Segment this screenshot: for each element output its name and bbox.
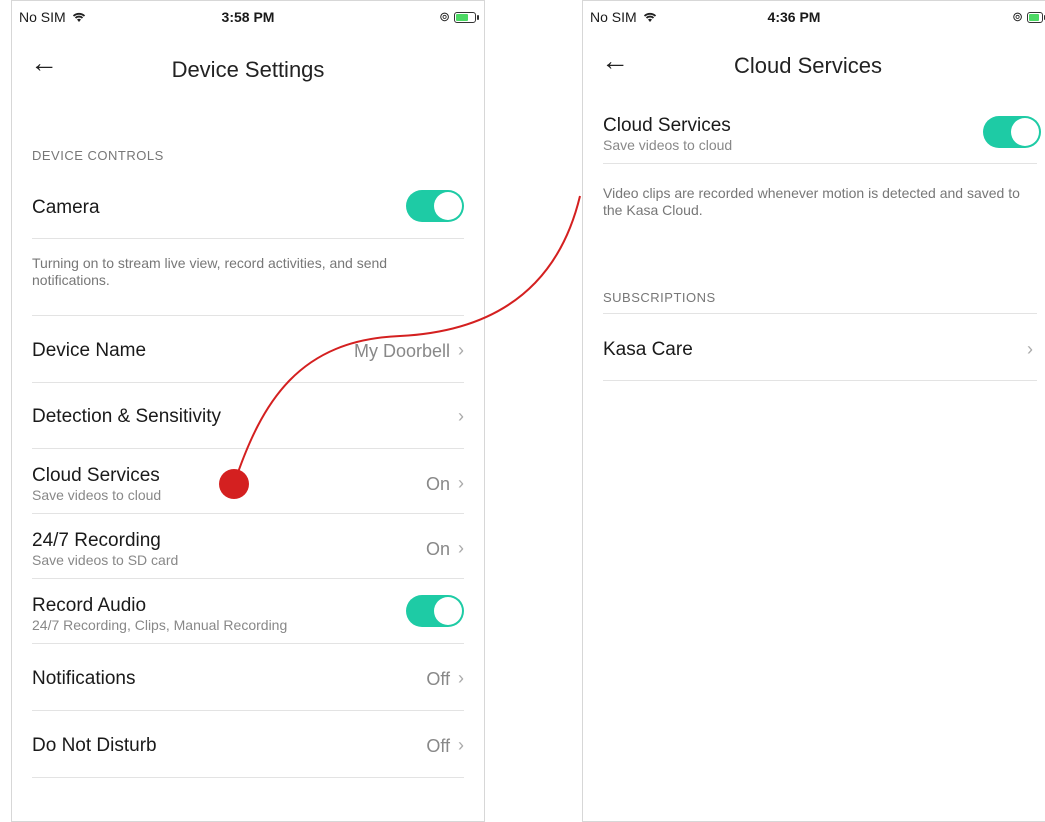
kasa-care-label: Kasa Care <box>603 339 693 360</box>
camera-description: Turning on to stream live view, record a… <box>32 255 388 288</box>
cloud-services-label: Cloud Services <box>32 465 160 486</box>
cloud-services-row[interactable]: Cloud Services Save videos to cloud On › <box>32 449 464 514</box>
camera-label: Camera <box>32 197 100 218</box>
camera-row: Camera <box>32 173 464 239</box>
chevron-right-icon: › <box>458 735 464 755</box>
record-audio-toggle[interactable] <box>406 595 464 627</box>
cloud-services-sub: Save videos to cloud <box>32 487 162 503</box>
nav-bar: ← Cloud Services <box>583 35 1045 95</box>
device-name-value: My Doorbell <box>353 341 450 361</box>
nav-bar: ← Device Settings <box>12 35 484 99</box>
cloud-services-value: On <box>425 474 450 494</box>
record-audio-label: Record Audio <box>32 595 147 616</box>
cloud-services-toggle-row: Cloud Services Save videos to cloud <box>603 101 1041 164</box>
status-bar: No SIM 3:58 PM ⊚ <box>12 1 484 35</box>
battery-charging-icon <box>454 11 479 23</box>
record-audio-sub: 24/7 Recording, Clips, Manual Recording <box>32 617 288 633</box>
chevron-right-icon: › <box>458 406 464 426</box>
recording-value: On <box>425 539 450 559</box>
status-bar: No SIM 4:36 PM ⊚ <box>583 1 1045 35</box>
section-header-subscriptions: SUBSCRIPTIONS <box>603 290 716 305</box>
chevron-right-icon: › <box>458 340 464 360</box>
rotation-lock-icon: ⊚ <box>1012 9 1023 24</box>
rotation-lock-icon: ⊚ <box>439 9 450 24</box>
chevron-right-icon: › <box>458 668 464 688</box>
status-time: 4:36 PM <box>767 9 821 25</box>
recording-row[interactable]: 24/7 Recording Save videos to SD card On… <box>32 514 464 579</box>
device-name-row[interactable]: Device Name My Doorbell › <box>32 315 464 383</box>
chevron-right-icon: › <box>458 538 464 558</box>
do-not-disturb-value: Off <box>426 736 450 756</box>
cloud-services-label: Cloud Services <box>603 115 731 136</box>
notifications-label: Notifications <box>32 668 136 689</box>
do-not-disturb-label: Do Not Disturb <box>32 735 157 756</box>
record-audio-row: Record Audio 24/7 Recording, Clips, Manu… <box>32 579 464 644</box>
cloud-services-sub: Save videos to cloud <box>603 137 733 153</box>
cloud-services-screen: No SIM 4:36 PM ⊚ ← Cloud Services Cloud … <box>582 0 1045 822</box>
notifications-row[interactable]: Notifications Off › <box>32 644 464 711</box>
recording-sub: Save videos to SD card <box>32 552 179 568</box>
camera-toggle[interactable] <box>406 190 464 222</box>
chevron-right-icon: › <box>458 473 464 493</box>
device-settings-screen: No SIM 3:58 PM ⊚ ← Device Settings DEVIC… <box>11 0 485 822</box>
do-not-disturb-row[interactable]: Do Not Disturb Off › <box>32 711 464 778</box>
page-title: Device Settings <box>171 57 325 82</box>
cloud-services-toggle[interactable] <box>983 116 1041 148</box>
battery-charging-icon <box>1027 11 1045 23</box>
status-time: 3:58 PM <box>221 9 275 25</box>
detection-label: Detection & Sensitivity <box>32 406 222 427</box>
page-title: Cloud Services <box>734 53 882 78</box>
notifications-value: Off <box>426 669 450 689</box>
section-header-device-controls: DEVICE CONTROLS <box>32 148 164 163</box>
device-name-label: Device Name <box>32 340 147 361</box>
recording-label: 24/7 Recording <box>32 530 161 551</box>
kasa-care-row[interactable]: Kasa Care › <box>603 313 1037 381</box>
detection-sensitivity-row[interactable]: Detection & Sensitivity › <box>32 382 464 449</box>
cloud-services-description: Video clips are recorded whenever motion… <box>603 185 1020 218</box>
chevron-right-icon: › <box>1027 339 1033 359</box>
